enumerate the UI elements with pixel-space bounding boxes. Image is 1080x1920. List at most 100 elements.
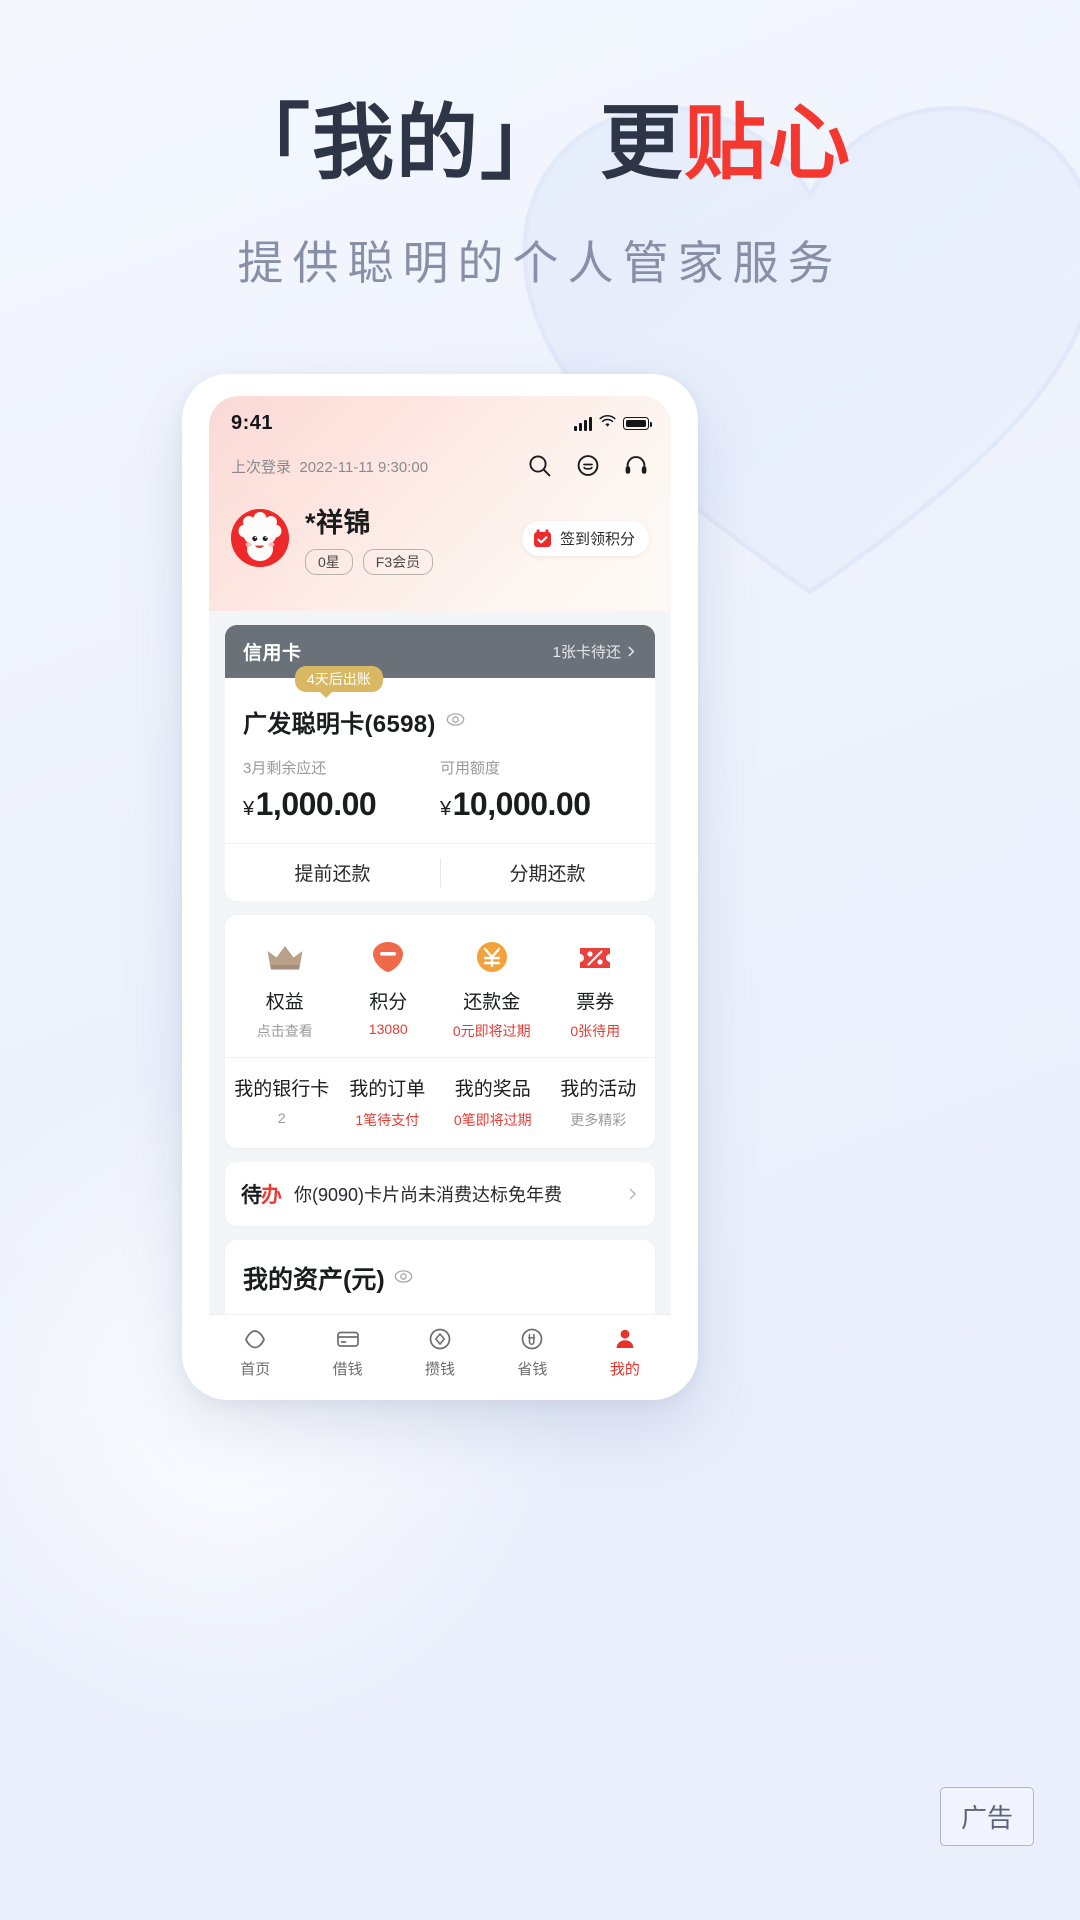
amount-label: 3月剩余应还 <box>243 760 327 777</box>
profile-row[interactable]: *祥锦 0星 F3会员 签到领积分 <box>209 479 671 601</box>
credit-card-pending-count: 1张卡待还 <box>552 644 621 661</box>
amount-number: 1,000.00 <box>255 786 377 822</box>
username: *祥锦 <box>305 508 372 538</box>
link-title: 我的银行卡 <box>234 1079 330 1100</box>
ad-badge[interactable]: 广告 <box>939 1787 1034 1846</box>
hero-title-part1: 「我的」 <box>227 98 564 189</box>
tab-label: 首页 <box>240 1361 271 1378</box>
quick-title: 还款金 <box>463 992 521 1013</box>
installment-repay-button[interactable]: 分期还款 <box>440 844 655 901</box>
quick-cell-points[interactable]: 积分 13080 <box>337 935 441 1041</box>
link-title: 我的奖品 <box>454 1079 531 1100</box>
page-title: 「我的」 更贴心 <box>0 96 1080 193</box>
app-body: 信用卡 1张卡待还 4天后出账 广发聪明卡(6598) 3月剩余应还 ¥1,00… <box>209 625 671 1326</box>
link-cell-activities[interactable]: 我的活动 更多精彩 <box>546 1074 652 1130</box>
hero-subtitle: 提供聪明的个人管家服务 <box>237 236 843 289</box>
status-icons <box>574 414 652 433</box>
amount-number: 10,000.00 <box>452 786 591 822</box>
tab-mine[interactable]: 我的 <box>579 1326 671 1379</box>
statement-tip-badge: 4天后出账 <box>295 666 383 698</box>
quick-access-card: 权益 点击查看 积分 13080 还款金 0元即将过期 票券 0张待用 我的银行… <box>225 915 655 1148</box>
amount-value: ¥1,000.00 <box>243 786 440 823</box>
tab-home[interactable]: 首页 <box>209 1326 301 1379</box>
credit-card-body: 4天后出账 广发聪明卡(6598) 3月剩余应还 ¥1,000.00 可用额度 … <box>225 666 655 901</box>
early-repay-button[interactable]: 提前还款 <box>225 844 440 901</box>
tab-borrow[interactable]: 借钱 <box>301 1326 393 1379</box>
chevron-right-icon <box>629 1188 636 1200</box>
tab-economize[interactable]: 省钱 <box>486 1326 578 1379</box>
status-time: 9:41 <box>231 412 274 434</box>
badge-list: 0星 F3会员 <box>305 549 522 575</box>
quick-sub: 0张待用 <box>570 1023 621 1039</box>
assets-title-text: 我的资产(元) <box>243 1266 385 1294</box>
search-icon[interactable] <box>527 453 553 479</box>
signin-button[interactable]: 签到领积分 <box>521 520 649 556</box>
assets-title: 我的资产(元) <box>243 1260 637 1296</box>
diamond-icon <box>429 1328 451 1350</box>
link-title: 我的活动 <box>560 1079 637 1100</box>
tab-label: 我的 <box>609 1361 640 1378</box>
quick-sub: 0元即将过期 <box>452 1023 531 1039</box>
bottom-tab-bar: 首页 借钱 攒钱 省钱 我的 <box>209 1314 671 1400</box>
message-icon[interactable] <box>575 453 601 479</box>
link-sub: 1笔待支付 <box>355 1112 420 1128</box>
todo-text: 你(9090)卡片尚未消费达标免年费 <box>294 1185 563 1205</box>
card-icon <box>336 1331 359 1347</box>
credit-card-amounts: 3月剩余应还 ¥1,000.00 可用额度 ¥10,000.00 <box>225 739 655 843</box>
chevron-right-icon <box>628 646 635 657</box>
tab-save[interactable]: 攒钱 <box>394 1326 486 1379</box>
signin-label: 签到领积分 <box>559 530 635 548</box>
quick-grid: 权益 点击查看 积分 13080 还款金 0元即将过期 票券 0张待用 <box>225 915 655 1057</box>
link-cell-bankcards[interactable]: 我的银行卡 2 <box>229 1074 335 1130</box>
last-login-row: 上次登录 2022-11-11 9:30:00 <box>209 439 671 479</box>
calendar-check-icon <box>532 528 553 549</box>
eye-icon[interactable] <box>446 710 465 734</box>
todo-badge-second: 办 <box>261 1184 282 1207</box>
points-icon <box>366 935 410 979</box>
credit-card-header-link[interactable]: 1张卡待还 <box>553 641 637 662</box>
phone-mockup: 9:41 上次登录 2022-11-11 9:30:00 *祥锦 0星 F3会员… <box>182 374 698 1400</box>
quick-cell-rights[interactable]: 权益 点击查看 <box>233 935 337 1041</box>
link-sub: 0笔即将过期 <box>453 1112 532 1128</box>
last-login-text: 上次登录 2022-11-11 9:30:00 <box>231 456 428 477</box>
link-cell-orders[interactable]: 我的订单 1笔待支付 <box>335 1074 441 1130</box>
headset-icon[interactable] <box>623 453 649 479</box>
coupon-icon <box>573 935 617 979</box>
yen-coin-icon <box>470 935 514 979</box>
crown-icon <box>263 935 307 979</box>
quick-sub: 点击查看 <box>256 1023 313 1039</box>
link-cell-prizes[interactable]: 我的奖品 0笔即将过期 <box>440 1074 546 1130</box>
quick-cell-coupon[interactable]: 票券 0张待用 <box>544 935 648 1041</box>
credit-card-section: 信用卡 1张卡待还 4天后出账 广发聪明卡(6598) 3月剩余应还 ¥1,00… <box>225 625 655 901</box>
currency-symbol: ¥ <box>440 798 451 820</box>
quick-links-row: 我的银行卡 2 我的订单 1笔待支付 我的奖品 0笔即将过期 我的活动 更多精彩 <box>225 1057 655 1148</box>
badge-member[interactable]: F3会员 <box>362 549 434 575</box>
app-header: 9:41 上次登录 2022-11-11 9:30:00 *祥锦 0星 F3会员… <box>209 396 671 611</box>
quick-title: 积分 <box>369 992 408 1013</box>
home-icon <box>245 1330 266 1349</box>
todo-badge-icon: 待办 <box>241 1179 282 1209</box>
quick-title: 票券 <box>576 992 615 1013</box>
header-actions <box>527 453 649 479</box>
person-icon <box>616 1329 634 1348</box>
quick-title: 权益 <box>265 992 304 1013</box>
currency-symbol: ¥ <box>243 798 254 820</box>
hero-section: 「我的」 更贴心 提供聪明的个人管家服务 <box>0 96 1080 293</box>
hero-title-part2: 更 <box>599 98 684 189</box>
wifi-icon <box>599 414 616 433</box>
hero-title-accent: 贴心 <box>684 98 853 189</box>
avatar[interactable] <box>231 509 289 567</box>
quick-cell-repay-fund[interactable]: 还款金 0元即将过期 <box>440 935 544 1041</box>
signal-bars-icon <box>574 416 592 431</box>
amount-label: 可用额度 <box>440 760 501 777</box>
link-sub: 更多精彩 <box>570 1112 627 1128</box>
credit-card-header[interactable]: 信用卡 1张卡待还 <box>225 625 655 678</box>
eye-icon[interactable] <box>394 1264 413 1293</box>
credit-card-actions: 提前还款 分期还款 <box>225 843 655 901</box>
todo-badge-first: 待 <box>241 1184 262 1207</box>
quick-sub: 13080 <box>368 1021 408 1037</box>
last-login-value: 2022-11-11 9:30:00 <box>299 458 429 476</box>
tab-label: 借钱 <box>332 1361 363 1378</box>
badge-star[interactable]: 0星 <box>305 549 353 575</box>
todo-banner[interactable]: 待办 你(9090)卡片尚未消费达标免年费 <box>225 1162 655 1226</box>
